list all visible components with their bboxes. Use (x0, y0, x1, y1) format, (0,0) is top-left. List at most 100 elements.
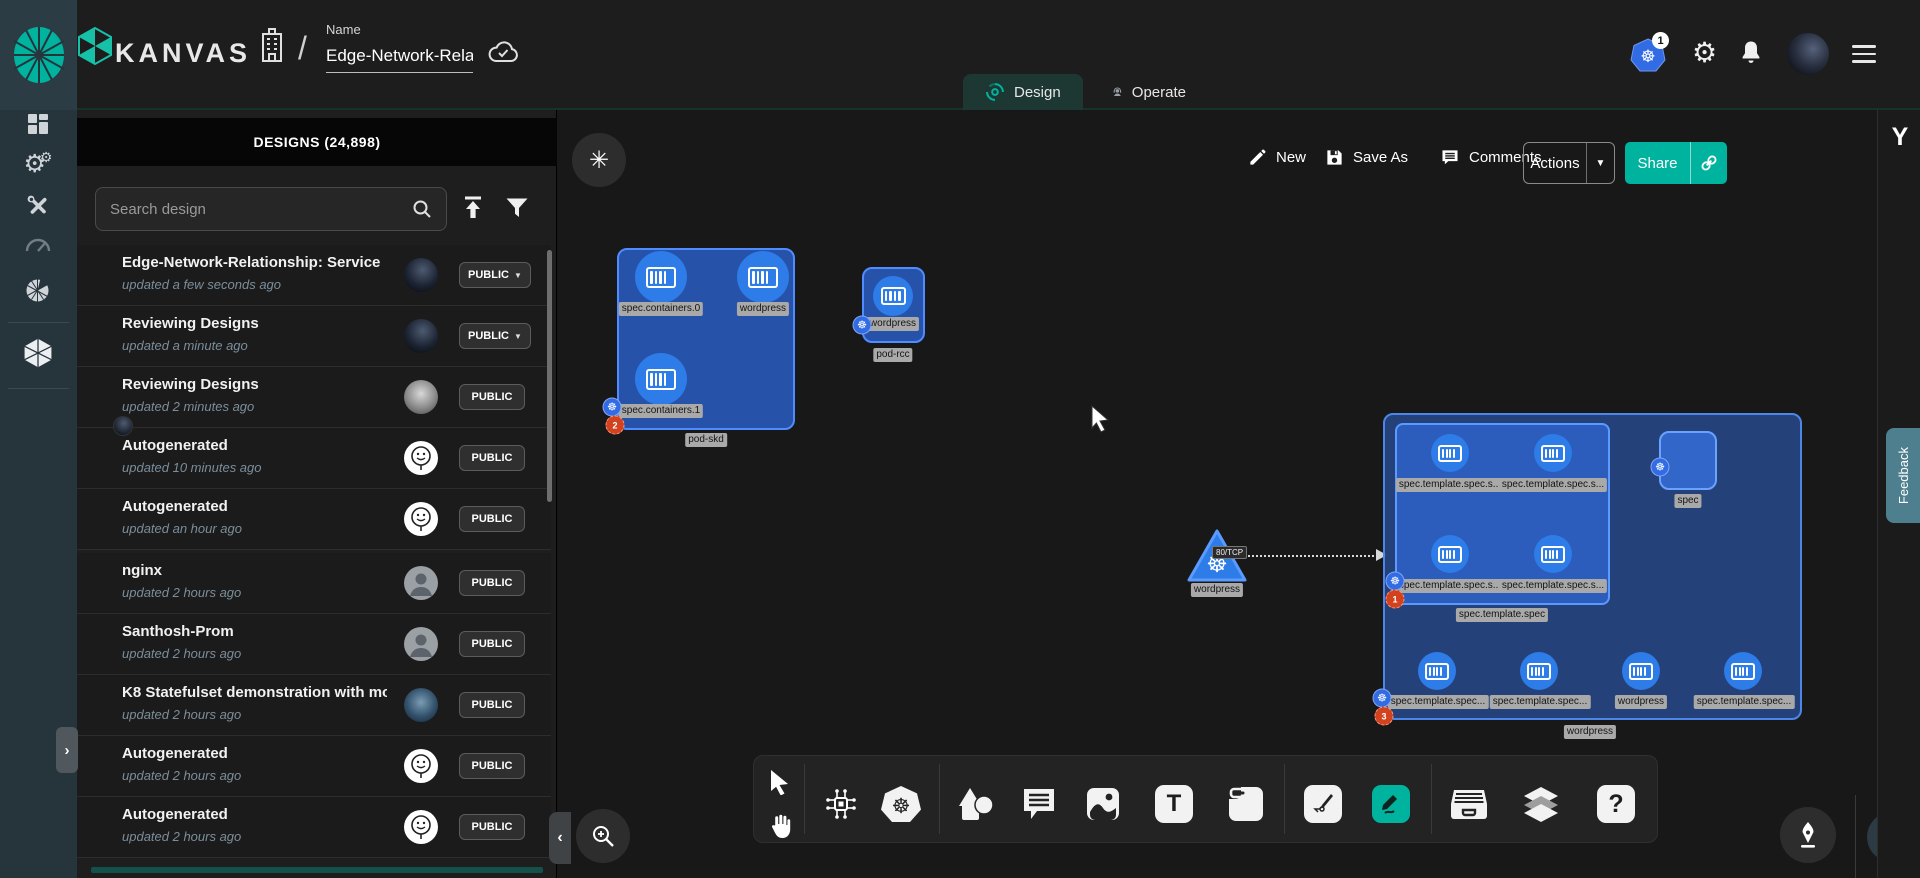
visibility-badge[interactable]: PUBLIC (459, 570, 525, 596)
save-as-button[interactable]: Save As (1325, 148, 1408, 167)
design-list-item[interactable]: K8 Statefulset demonstration with mo upd… (77, 675, 551, 736)
node-container[interactable] (1431, 434, 1469, 472)
design-list-item[interactable]: Reviewing Designs updated a minute ago P… (77, 306, 551, 367)
visibility-badge[interactable]: PUBLIC (459, 631, 525, 657)
copy-link-button[interactable] (1691, 142, 1727, 184)
text-icon: T (1155, 785, 1193, 823)
design-list-item[interactable]: Autogenerated updated 2 hours ago PUBLIC (77, 797, 551, 858)
frame-icon (1227, 785, 1265, 823)
design-name-label: Name (326, 22, 361, 37)
filter-icon[interactable] (505, 196, 529, 220)
kubernetes-badge[interactable]: ☸ (1386, 572, 1405, 591)
sidebar-item-configuration[interactable] (25, 193, 51, 219)
node-container[interactable] (1534, 434, 1572, 472)
visibility-badge[interactable]: PUBLIC (459, 445, 525, 471)
pan-tool[interactable] (768, 813, 792, 839)
image-tool[interactable] (1085, 786, 1121, 822)
design-list-item[interactable]: Autogenerated updated 10 minutes ago PUB… (77, 428, 551, 489)
node-container[interactable] (1724, 652, 1762, 690)
pen-tool[interactable] (1304, 785, 1342, 823)
design-mode-button[interactable] (1780, 807, 1836, 863)
sidebar-item-mesh[interactable] (25, 277, 52, 304)
share-split-button[interactable]: Share (1625, 142, 1727, 184)
validate-flask-icon[interactable]: Y (1886, 122, 1914, 152)
visibility-badge[interactable]: PUBLIC▼ (459, 323, 531, 349)
feedback-tab[interactable]: Feedback (1886, 428, 1920, 523)
design-list-item[interactable]: Reviewing Designs updated 2 minutes ago … (77, 367, 551, 428)
node-container[interactable] (1622, 652, 1660, 690)
kanvas-app: KANVAS / Name (0, 0, 1920, 878)
meshery-logo-button[interactable] (0, 0, 77, 110)
visibility-badge[interactable]: PUBLIC (459, 753, 525, 779)
design-title: Reviewing Designs (122, 315, 387, 332)
node-container[interactable] (737, 251, 789, 303)
actions-caret-button[interactable]: ▼ (1587, 143, 1614, 183)
design-list-item[interactable]: Edge-Network-Relationship: Service updat… (77, 245, 551, 306)
design-list-item[interactable]: nginx updated 2 hours ago PUBLIC (77, 553, 551, 614)
visibility-badge[interactable]: PUBLIC▼ (459, 262, 531, 288)
kubernetes-badge[interactable]: ☸ (603, 398, 622, 417)
select-tool[interactable] (769, 769, 791, 795)
sidebar-item-performance[interactable] (25, 235, 51, 253)
tab-design[interactable]: Design (963, 74, 1083, 110)
new-design-button[interactable]: New (1248, 148, 1306, 167)
node-container[interactable] (1534, 535, 1572, 573)
text-tool[interactable]: T (1155, 785, 1193, 823)
kubernetes-badge[interactable]: ☸ (1651, 458, 1670, 477)
node-container[interactable] (635, 251, 687, 303)
kubernetes-components-tool[interactable]: ☸ (881, 785, 921, 823)
notifications-bell-icon[interactable] (1740, 40, 1762, 66)
error-badge[interactable]: 3 (1375, 707, 1394, 726)
user-avatar[interactable] (1787, 33, 1829, 75)
kubernetes-badge[interactable]: ☸ (853, 316, 872, 335)
zoom-button[interactable] (576, 809, 630, 863)
visibility-badge[interactable]: PUBLIC (459, 692, 525, 718)
search-icon[interactable] (412, 199, 432, 219)
hand-icon (768, 813, 792, 839)
node-label: pod-skd (685, 433, 727, 447)
design-updated: updated a few seconds ago (122, 277, 281, 292)
shapes-tool[interactable] (957, 786, 995, 822)
panel-expand-handle[interactable]: › (56, 727, 78, 773)
kubernetes-icon: ☸ (881, 785, 921, 823)
node-container[interactable] (1431, 535, 1469, 573)
comment-tool[interactable] (1021, 787, 1057, 821)
panel-collapse-handle[interactable]: ‹ (549, 812, 571, 864)
organization-icon[interactable] (257, 28, 287, 62)
design-search-input[interactable] (96, 201, 412, 218)
kubernetes-badge[interactable]: ☸ (1373, 689, 1392, 708)
components-dock-button[interactable]: ✳ (572, 133, 626, 187)
error-badge[interactable]: 2 (606, 416, 625, 435)
node-container[interactable] (1418, 652, 1456, 690)
sidebar-item-dashboard[interactable] (26, 112, 50, 136)
freehand-draw-tool-active[interactable] (1372, 785, 1410, 823)
node-pod-template[interactable] (1395, 423, 1610, 605)
error-badge[interactable]: 1 (1386, 590, 1405, 609)
list-scrollbar[interactable] (547, 250, 552, 502)
edge-service-to-deployment[interactable] (1240, 555, 1378, 557)
help-tool[interactable]: ? (1597, 785, 1635, 823)
design-list-item[interactable]: Santhosh-Prom updated 2 hours ago PUBLIC (77, 614, 551, 675)
menu-icon[interactable] (1852, 45, 1876, 63)
drawer-tool[interactable] (1450, 788, 1488, 820)
node-container[interactable] (635, 353, 687, 405)
visibility-badge[interactable]: PUBLIC (459, 506, 525, 532)
visibility-badge[interactable]: PUBLIC (459, 384, 525, 410)
infrastructure-tool[interactable] (823, 786, 859, 822)
design-list-item[interactable]: Autogenerated updated an hour ago PUBLIC (77, 489, 551, 550)
node-container[interactable] (1520, 652, 1558, 690)
design-list-item[interactable]: Autogenerated updated 2 hours ago PUBLIC (77, 736, 551, 797)
kanvas-hexagon-icon (23, 337, 53, 369)
actions-split-button[interactable]: Actions ▼ (1523, 142, 1615, 184)
tab-operate[interactable]: Operate (1090, 74, 1208, 110)
visibility-badge[interactable]: PUBLIC (459, 814, 525, 840)
design-title: Edge-Network-Relationship: Service (122, 254, 387, 271)
frame-tool[interactable] (1227, 785, 1265, 823)
design-name-input[interactable] (326, 44, 473, 73)
import-design-icon[interactable] (460, 195, 486, 221)
node-container[interactable] (873, 276, 913, 316)
sidebar-item-lifecycle[interactable]: ⚙ ⚙ (24, 149, 53, 179)
sidebar-item-kanvas[interactable] (23, 337, 53, 369)
layers-tool[interactable] (1522, 785, 1560, 823)
settings-gear-icon[interactable]: ⚙ (1692, 36, 1717, 69)
